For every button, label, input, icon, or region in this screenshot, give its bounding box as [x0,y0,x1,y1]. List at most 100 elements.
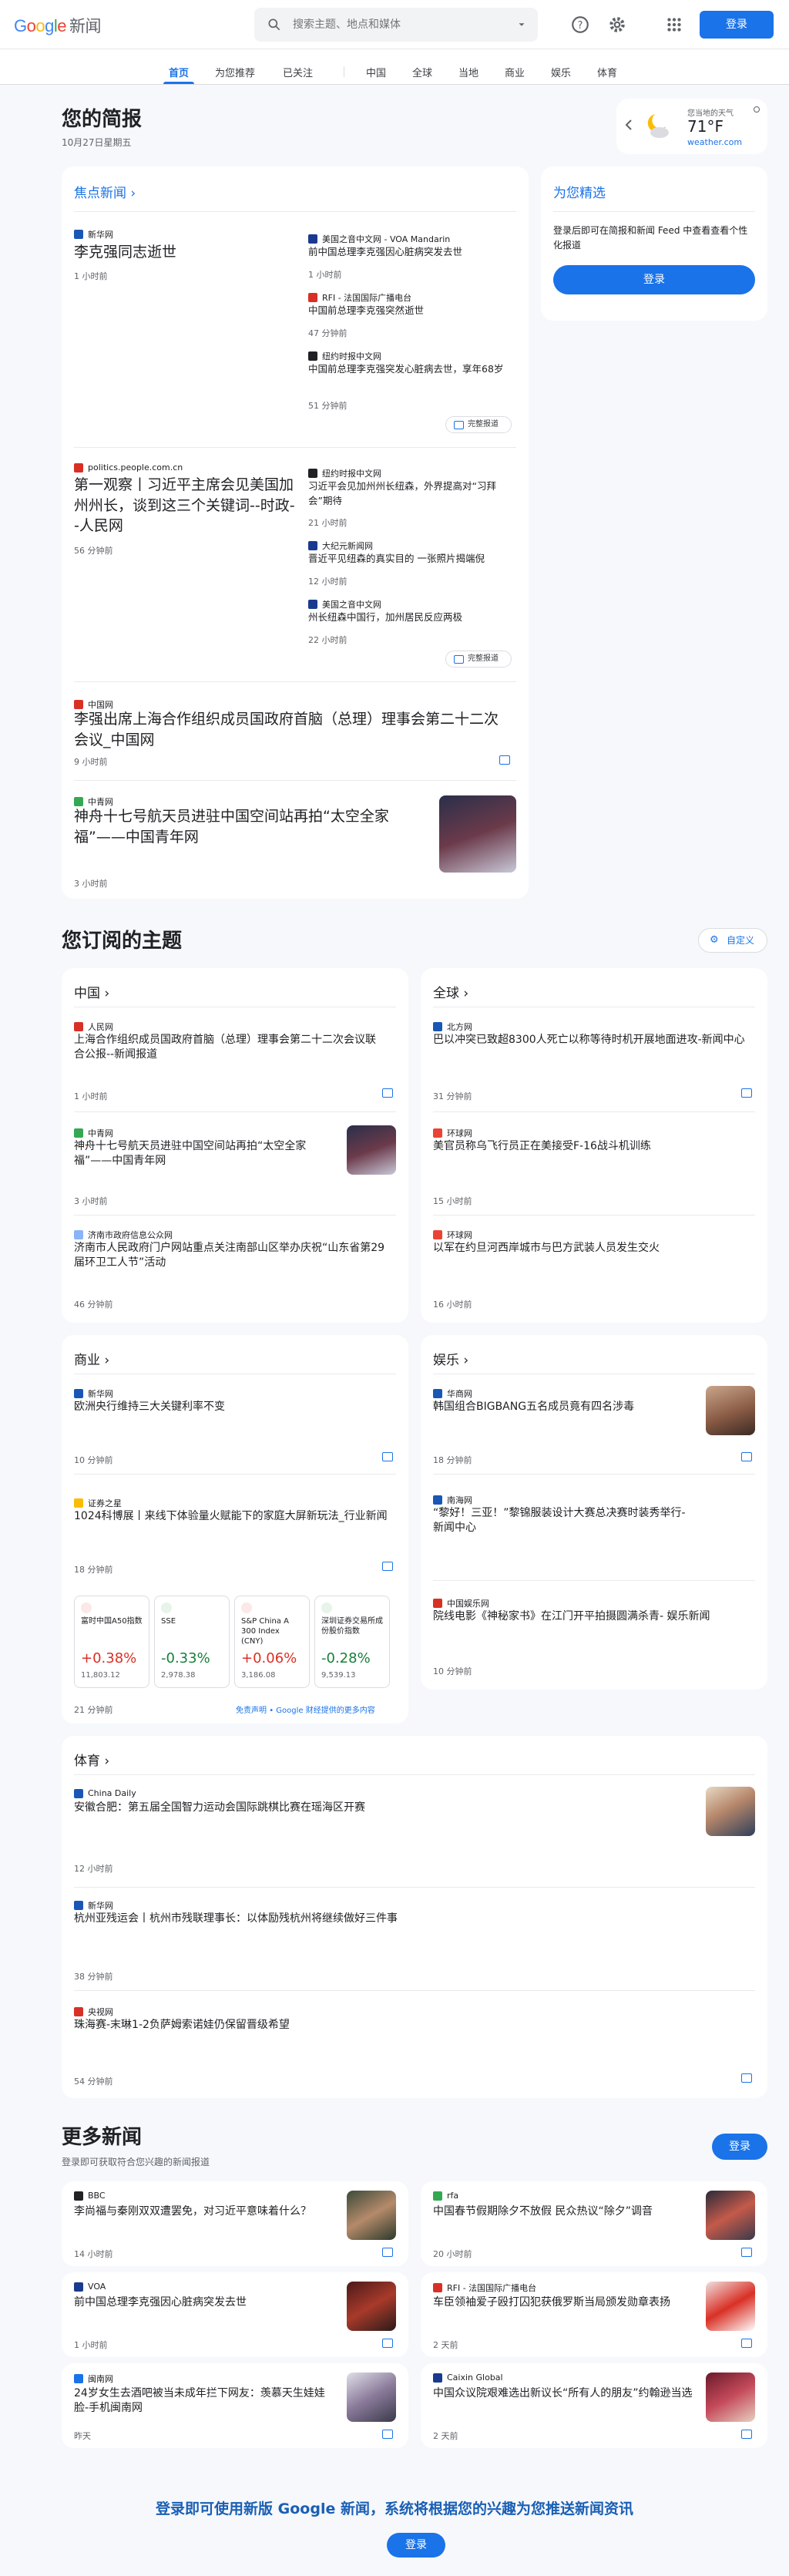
article-thumbnail-image[interactable] [706,2191,755,2240]
headline[interactable]: 中国前总理李克强突然逝世 [308,304,516,318]
article-thumbnail-image[interactable] [706,1386,755,1435]
partly-cloudy-night-icon [647,114,669,138]
topic-link-entertainment[interactable]: 娱乐 › [433,1349,468,1368]
full-coverage-button[interactable]: 完整报道 [445,416,512,433]
customize-button[interactable]: ⚙ 自定义 [698,928,767,953]
headline[interactable]: 上海合作组织成员国政府首脑（总理）理事会第二十二次会议联合公报--新闻报道 [74,1033,382,1063]
article-thumbnail-image[interactable] [706,2373,755,2422]
stock-card[interactable]: 深圳证券交易所成份股价指数 -0.28% 9,539.13 [314,1596,390,1688]
headline[interactable]: 州长纽森中国行，加州居民反应两极 [308,610,516,625]
headline[interactable]: 中国众议院艰难选出新议长“所有人的朋友”约翰逊当选 [433,2386,695,2401]
full-coverage-icon[interactable] [382,2430,393,2439]
search-box[interactable] [254,8,538,42]
full-coverage-icon[interactable] [741,1088,752,1098]
stock-card[interactable]: SSE -0.33% 2,978.38 [154,1596,230,1688]
headline[interactable]: 李克强同志逝世 [74,242,274,263]
headline[interactable]: 前中国总理李克强因心脏病突发去世 [308,245,516,260]
topic-title: 商业 [74,1353,100,1368]
tab-china[interactable]: 中国 [366,65,386,79]
headline[interactable]: 车臣领袖爱子殴打囚犯获俄罗斯当局颁发勋章表扬 [433,2295,695,2310]
google-news-logo[interactable]: Google 新闻 [14,14,102,37]
stock-card[interactable]: S&P China A 300 Index (CNY) +0.06% 3,186.0… [234,1596,310,1688]
full-coverage-icon[interactable] [382,1088,393,1098]
headline[interactable]: 珠海赛-末琳1-2负萨姆索诺娃仍保留晋级希望 [74,2018,690,2033]
sign-in-button[interactable]: 登录 [700,11,774,39]
stock-name: 深圳证券交易所成份股价指数 [321,1617,383,1636]
full-coverage-icon[interactable] [741,2248,752,2257]
topic-link-china[interactable]: 中国 › [74,982,109,1001]
full-coverage-icon[interactable] [499,755,510,765]
headline[interactable]: 巴以冲突已致超8300人死亡以称等待时机开展地面进攻-新闻中心 [433,1033,749,1048]
arrow-down-icon [161,1602,172,1613]
weather-settings-icon[interactable] [754,106,760,113]
full-coverage-icon[interactable] [741,2339,752,2348]
full-coverage-icon[interactable] [382,1452,393,1461]
weather-source-link[interactable]: weather.com [687,137,742,147]
topic-link-business[interactable]: 商业 › [74,1349,109,1368]
google-finance-link[interactable]: • Google 财经提供的更多内容 [269,1707,375,1715]
tab-home[interactable]: 首页 [169,65,189,79]
tab-following[interactable]: 已关注 [283,65,313,79]
headline[interactable]: 神舟十七号航天员进驻中国空间站再拍“太空全家福”——中国青年网 [74,806,421,847]
more-news-sign-in-button[interactable]: 登录 [712,2134,767,2160]
tab-local[interactable]: 当地 [458,65,478,79]
search-input[interactable] [293,17,493,32]
top-stories-link[interactable]: 焦点新闻 › [74,182,136,201]
settings-gear-icon[interactable] [607,15,627,35]
tab-sports[interactable]: 体育 [597,65,617,79]
article-thumbnail-image[interactable] [347,2282,396,2331]
headline[interactable]: “黎好！三亚！”黎锦服装设计大赛总决赛时装秀举行-新闻中心 [433,1506,695,1536]
headline[interactable]: 韩国组合BIGBANG五名成员竟有四名涉毒 [433,1400,695,1414]
help-icon[interactable]: ? [570,15,590,35]
timestamp: 20 小时前 [433,2249,472,2259]
article-thumbnail-image[interactable] [706,1787,755,1836]
headline[interactable]: 习近平会见加州州长纽森，外界提高对“习拜会”期待 [308,479,516,509]
headline[interactable]: 安徽合肥：第五届全国智力运动会国际跳棋比赛在瑶海区开赛 [74,1801,690,1815]
topic-link-sports[interactable]: 体育 › [74,1750,109,1769]
apps-grid-icon[interactable] [664,15,684,35]
full-coverage-button[interactable]: 完整报道 [445,651,512,668]
headline[interactable]: 中国春节假期除夕不放假 民众热议“除夕”调音 [433,2204,695,2219]
article-thumbnail-image[interactable] [706,2282,755,2331]
headline[interactable]: 美官员称乌飞行员正在美接受F-16战斗机训练 [433,1139,749,1154]
headline[interactable]: 以军在约旦河西岸城市与巴方武装人员发生交火 [433,1241,749,1256]
headline[interactable]: 24岁女生去酒吧被当未成年拦下网友：羡慕天生娃娃脸-手机闽南网 [74,2386,336,2416]
tab-business[interactable]: 商业 [505,65,525,79]
headline[interactable]: 前中国总理李克强因心脏病突发去世 [74,2295,336,2310]
topic-link-world[interactable]: 全球 › [433,982,468,1001]
headline[interactable]: 院线电影《神秘家书》在江门开平拍摄圆满杀青- 娱乐新闻 [433,1609,749,1624]
footer-sign-in-button[interactable]: 登录 [387,2533,445,2558]
search-icon[interactable] [267,17,282,32]
headline[interactable]: 欧洲央行维持三大关键利率不变 [74,1400,390,1414]
app-name: 新闻 [69,18,102,35]
full-coverage-icon[interactable] [741,1452,752,1461]
tab-world[interactable]: 全球 [412,65,432,79]
headline[interactable]: 李强出席上海合作组织成员国政府首脑（总理）理事会第二十二次会议_中国网 [74,709,505,750]
full-coverage-icon[interactable] [741,2430,752,2439]
chevron-down-icon[interactable] [516,19,527,30]
full-coverage-icon[interactable] [741,2073,752,2083]
disclaimer-link[interactable]: 免责声明 [236,1707,267,1715]
article-thumbnail-image[interactable] [347,1125,396,1175]
headline[interactable]: 1024科博展丨来线下体验量火赋能下的家庭大屏新玩法_行业新闻 [74,1509,390,1524]
tab-for-you[interactable]: 为您推荐 [215,65,255,79]
headline[interactable]: 第一观察丨习近平主席会见美国加州州长，谈到这三个关键词--时政--人民网 [74,475,297,536]
picks-sign-in-button[interactable]: 登录 [553,265,755,294]
article-thumbnail-image[interactable] [347,2191,396,2240]
full-coverage-icon[interactable] [382,2339,393,2348]
chevron-left-icon[interactable] [624,119,633,131]
weather-widget[interactable]: 您当地的天气 71°F weather.com [616,99,767,154]
tab-entertainment[interactable]: 娱乐 [551,65,571,79]
full-coverage-icon[interactable] [382,1562,393,1571]
full-coverage-icon[interactable] [382,2248,393,2257]
headline[interactable]: 晋近平见纽森的真实目的 一张照片揭端倪 [308,552,516,567]
headline[interactable]: 中国前总理李克强突发心脏病去世，享年68岁 [308,362,516,377]
stock-card[interactable]: 富时中国A50指数 +0.38% 11,803.12 [74,1596,149,1688]
headline[interactable]: 李尚福与秦刚双双遭罢免，对习近平意味着什么？ [74,2204,336,2219]
article-thumbnail-image[interactable] [439,795,516,873]
headline[interactable]: 济南市人民政府门户网站重点关注南部山区举办庆祝“山东省第29届环卫工人节”活动 [74,1241,390,1271]
headline[interactable]: 杭州亚残运会丨杭州市残联理事长：以体励残杭州将继续做好三件事 [74,1912,690,1926]
stock-name: SSE [161,1617,176,1626]
article-thumbnail-image[interactable] [347,2373,396,2422]
headline[interactable]: 神舟十七号航天员进驻中国空间站再拍“太空全家福”——中国青年网 [74,1139,336,1169]
